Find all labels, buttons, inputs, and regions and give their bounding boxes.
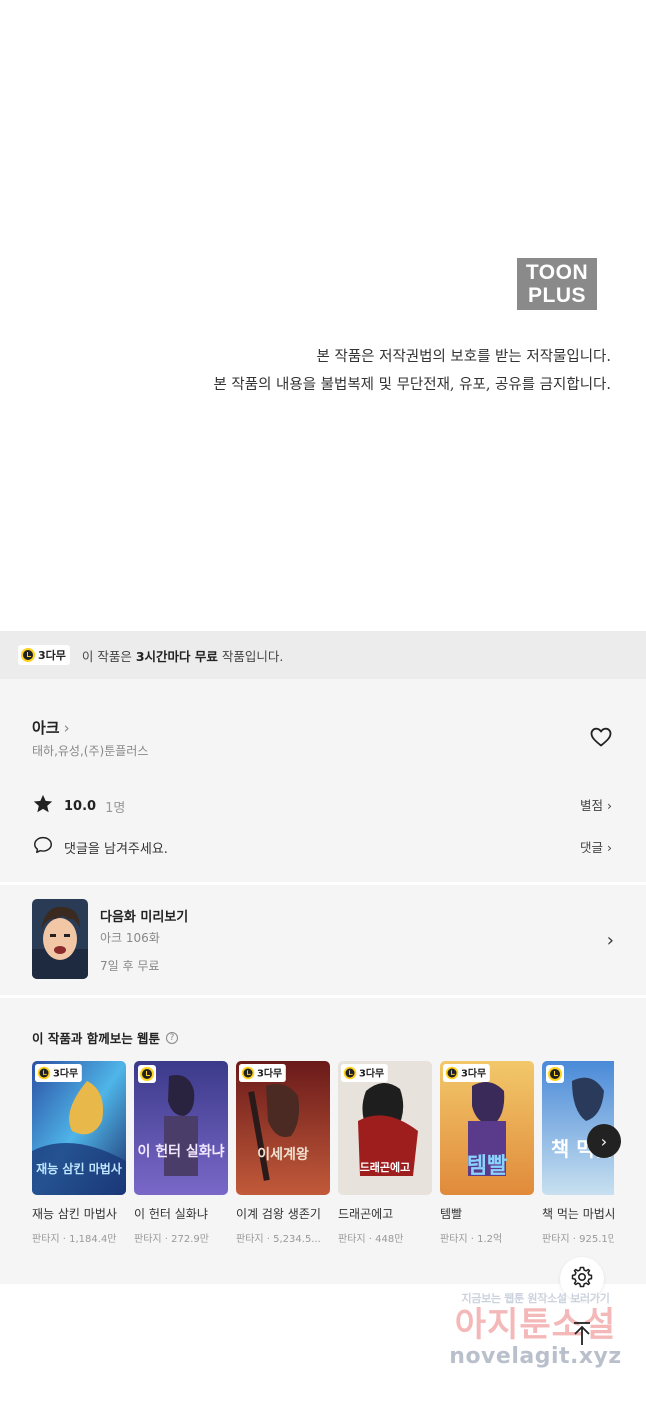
scroll-to-top-button[interactable] — [568, 1322, 596, 1350]
heart-icon[interactable] — [589, 725, 613, 749]
recommendation-meta: 판타지 · 1.2억 — [440, 1234, 503, 1245]
clock-icon — [445, 1066, 459, 1080]
svg-text:재능 삼킨 마법사: 재능 삼킨 마법사 — [36, 1161, 122, 1176]
3damu-badge: 3다무 — [239, 1064, 286, 1082]
3damu-badge: 3다무 — [18, 645, 70, 665]
recommendation-name: 재능 삼킨 마법사 — [32, 1207, 117, 1221]
next-episode-number: 아크 106화 — [100, 931, 160, 945]
next-episode-free-in: 7일 후 무료 — [100, 959, 160, 973]
help-icon[interactable]: ? — [166, 1031, 179, 1044]
chevron-right-icon: › — [63, 719, 70, 737]
3damu-badge: 3다무 — [35, 1064, 82, 1082]
recommendation-item[interactable]: 드래곤에고 3다무 드래곤에고 판타지 · 448만 — [338, 1061, 432, 1245]
recommendation-item[interactable]: 템빨 3다무 템빨 판타지 · 1.2억 — [440, 1061, 534, 1245]
clock-icon — [37, 1066, 51, 1080]
toonplus-logo: TOON PLUS — [517, 258, 597, 310]
viewer-end-area: TOON PLUS 본 작품은 저작권법의 보호를 받는 저작물입니다. 본 작… — [0, 0, 646, 631]
recommendation-cover: 템빨 3다무 — [440, 1061, 534, 1195]
svg-text:이 헌터 실화냐: 이 헌터 실화냐 — [137, 1143, 224, 1160]
rating-count: 1명 — [105, 800, 126, 816]
clock-icon — [21, 648, 35, 662]
watermark: 지금보는 웹툰 원작소설 보러가기 아지툰소설 novelagit.xyz — [449, 1292, 622, 1369]
recommendation-item[interactable]: 이 헌터 실화냐 이 헌터 실화냐 판타지 · 272.9만 — [134, 1061, 228, 1245]
clock-icon — [241, 1066, 255, 1080]
recommendation-name: 이계 검왕 생존기 — [236, 1207, 321, 1221]
clock-badge — [138, 1065, 156, 1083]
svg-text:템빨: 템빨 — [467, 1154, 507, 1179]
settings-button[interactable] — [560, 1257, 604, 1301]
recommendation-list: 재능 삼킨 마법사 3다무 재능 삼킨 마법사 판타지 · 1,184.4만 이… — [32, 1061, 614, 1261]
recommendation-meta: 판타지 · 1,184.4만 — [32, 1234, 117, 1245]
rating-link[interactable]: 별점 › — [580, 795, 612, 814]
chevron-right-icon: › — [606, 930, 614, 951]
recommendation-meta: 판타지 · 5,234.5... — [236, 1234, 321, 1245]
recommendation-name: 이 헌터 실화냐 — [134, 1207, 208, 1221]
copyright-line-1: 본 작품은 저작권법의 보호를 받는 저작물입니다. — [316, 349, 611, 365]
star-icon — [32, 793, 54, 819]
copyright-notice: 본 작품은 저작권법의 보호를 받는 저작물입니다. 본 작품의 내용을 불법복… — [213, 343, 611, 399]
clock-icon — [548, 1067, 562, 1081]
recommendation-item[interactable]: 재능 삼킨 마법사 3다무 재능 삼킨 마법사 판타지 · 1,184.4만 — [32, 1061, 126, 1245]
free-banner-text: 이 작품은 3시간마다 무료 작품입니다. — [81, 648, 284, 664]
next-episode-label: 다음화 미리보기 — [100, 910, 189, 925]
comment-prompt-row[interactable]: 댓글을 남겨주세요. — [32, 834, 168, 860]
recommendation-cover: 드래곤에고 3다무 — [338, 1061, 432, 1195]
work-title-link[interactable]: 아크 › — [32, 717, 70, 738]
3damu-badge: 3다무 — [341, 1064, 388, 1082]
recommendation-meta: 판타지 · 448만 — [338, 1234, 404, 1245]
scroll-next-button[interactable]: › — [587, 1124, 621, 1158]
recommendation-meta: 판타지 · 925.1만 — [542, 1234, 614, 1245]
svg-text:드래곤에고: 드래곤에고 — [360, 1160, 411, 1174]
svg-text:이세계왕: 이세계왕 — [257, 1146, 309, 1163]
recommendation-cover: 이세계왕 3다무 — [236, 1061, 330, 1195]
recommendation-cover: 이 헌터 실화냐 — [134, 1061, 228, 1195]
recommendation-name: 템빨 — [440, 1207, 463, 1221]
recommendation-meta: 판타지 · 272.9만 — [134, 1234, 209, 1245]
free-every-3h-banner: 3다무 이 작품은 3시간마다 무료 작품입니다. — [0, 631, 646, 679]
recommendation-name: 책 먹는 마법사 — [542, 1207, 614, 1221]
recommendation-name: 드래곤에고 — [338, 1207, 394, 1221]
work-info-panel: 아크 › 태하,유성,(주)툰플러스 10.0 1명 별점 › 댓글을 남겨주세요… — [0, 679, 646, 882]
comment-icon — [32, 834, 54, 860]
rating-score: 10.0 — [64, 798, 97, 814]
clock-icon — [343, 1066, 357, 1080]
next-episode-thumbnail — [32, 899, 88, 979]
comment-prompt: 댓글을 남겨주세요. — [64, 841, 168, 857]
comment-link[interactable]: 댓글 › — [580, 837, 612, 856]
recommendation-item[interactable]: 이세계왕 3다무 이계 검왕 생존기 판타지 · 5,234.5... — [236, 1061, 330, 1245]
next-episode-preview[interactable]: 다음화 미리보기 아크 106화 7일 후 무료 › — [0, 885, 646, 995]
recommendation-section: 이 작품과 함께보는 웹툰 ? 재능 삼킨 마법사 3다무 재능 삼킨 마법사 … — [0, 998, 646, 1284]
recommendation-title: 이 작품과 함께보는 웹툰 ? — [32, 1028, 179, 1047]
3damu-badge: 3다무 — [443, 1064, 490, 1082]
clock-badge — [546, 1065, 564, 1083]
gear-icon — [570, 1265, 594, 1293]
work-authors: 태하,유성,(주)툰플러스 — [32, 744, 149, 758]
clock-icon — [140, 1067, 154, 1081]
rating-row: 10.0 1명 — [32, 793, 125, 819]
recommendation-cover: 재능 삼킨 마법사 3다무 — [32, 1061, 126, 1195]
copyright-line-2: 본 작품의 내용을 불법복제 및 무단전재, 유포, 공유를 금지합니다. — [213, 377, 611, 393]
arrow-up-icon — [571, 1321, 593, 1351]
